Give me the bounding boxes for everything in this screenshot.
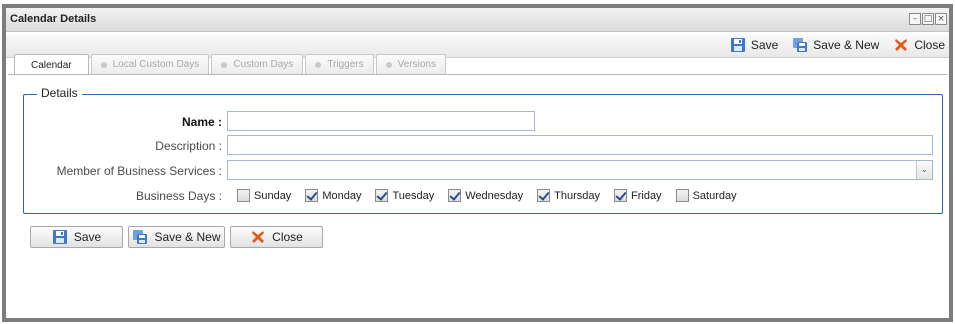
minimize-button[interactable]: –	[909, 13, 921, 25]
business-days-label: Business Days :	[135, 189, 222, 203]
day-thursday-label: Thursday	[554, 189, 600, 202]
save-new-button[interactable]: Save & New	[128, 226, 225, 248]
close-x-icon	[250, 229, 266, 245]
toolbar-save-button[interactable]: Save	[730, 37, 778, 53]
tab-status-dot-icon	[385, 61, 392, 68]
description-label: Description :	[155, 139, 222, 153]
day-saturday[interactable]: Saturday	[675, 189, 737, 202]
tab-local-custom-days-label: Local Custom Days	[112, 59, 200, 70]
tab-versions-label: Versions	[397, 59, 436, 70]
close-button[interactable]: Close	[230, 226, 323, 248]
day-friday[interactable]: Friday	[614, 189, 662, 202]
tab-local-custom-days[interactable]: Local Custom Days	[90, 54, 210, 74]
day-friday-label: Friday	[631, 189, 662, 202]
tab-status-dot-icon	[221, 61, 228, 68]
day-tuesday-label: Tuesday	[392, 189, 435, 202]
window-controls: – □ ×	[909, 13, 947, 25]
tab-divider	[8, 74, 947, 75]
tab-status-dot-icon	[315, 61, 322, 68]
day-sunday-checkbox[interactable]	[237, 189, 250, 202]
day-thursday-checkbox[interactable]	[537, 189, 551, 202]
chevron-down-icon[interactable]: ⌄	[916, 161, 932, 179]
toolbar-save-new-button[interactable]: Save & New	[792, 37, 879, 53]
tab-custom-days[interactable]: Custom Days	[211, 54, 304, 74]
floppy-disk-icon	[52, 229, 68, 245]
close-button-label: Close	[272, 230, 303, 244]
floppy-disk-icon	[730, 37, 746, 53]
day-wednesday-checkbox[interactable]	[448, 189, 462, 202]
day-monday-label: Monday	[322, 189, 362, 202]
day-sunday-label: Sunday	[254, 189, 292, 202]
day-monday-checkbox[interactable]	[305, 189, 319, 202]
tab-strip: Calendar Local Custom Days Custom Days T…	[14, 54, 446, 75]
save-button[interactable]: Save	[30, 226, 123, 248]
bottom-button-row: Save Save & New Close	[30, 226, 323, 248]
day-saturday-checkbox[interactable]	[675, 189, 689, 202]
day-tuesday[interactable]: Tuesday	[375, 189, 434, 202]
description-input[interactable]	[227, 135, 933, 155]
day-thursday[interactable]: Thursday	[537, 189, 600, 202]
day-tuesday-checkbox[interactable]	[375, 189, 389, 202]
close-window-button[interactable]: ×	[935, 13, 947, 25]
save-new-button-label: Save & New	[154, 230, 221, 244]
toolbar-save-label: Save	[750, 38, 779, 52]
business-days-group: Sunday Monday Tuesday Wednesday Thursday…	[237, 189, 751, 202]
name-label: Name :	[181, 115, 222, 129]
day-sunday[interactable]: Sunday	[237, 189, 291, 202]
day-wednesday[interactable]: Wednesday	[448, 189, 523, 202]
day-saturday-label: Saturday	[692, 189, 737, 202]
save-new-icon	[132, 229, 148, 245]
window-title: Calendar Details	[10, 13, 97, 25]
day-wednesday-label: Wednesday	[465, 189, 524, 202]
toolbar-save-new-label: Save & New	[813, 38, 880, 52]
details-legend: Details	[37, 86, 82, 100]
name-input[interactable]	[227, 111, 535, 131]
close-x-icon	[893, 37, 909, 53]
tab-triggers-label: Triggers	[327, 59, 364, 70]
toolbar-close-button[interactable]: Close	[893, 37, 945, 53]
tab-custom-days-label: Custom Days	[233, 59, 294, 70]
tab-calendar-label: Calendar	[31, 59, 72, 71]
member-business-services-label: Member of Business Services :	[56, 164, 222, 178]
toolbar-close-label: Close	[914, 38, 945, 52]
tab-status-dot-icon	[100, 61, 107, 68]
day-friday-checkbox[interactable]	[614, 189, 627, 202]
save-new-icon	[792, 37, 808, 53]
title-bar: Calendar Details – □ ×	[6, 8, 949, 32]
tab-triggers[interactable]: Triggers	[305, 54, 374, 74]
save-button-label: Save	[73, 230, 102, 244]
tab-versions[interactable]: Versions	[375, 54, 446, 74]
day-monday[interactable]: Monday	[305, 189, 361, 202]
member-business-services-select[interactable]: ⌄	[227, 160, 933, 180]
maximize-button[interactable]: □	[922, 13, 934, 25]
tab-calendar[interactable]: Calendar	[14, 54, 89, 75]
